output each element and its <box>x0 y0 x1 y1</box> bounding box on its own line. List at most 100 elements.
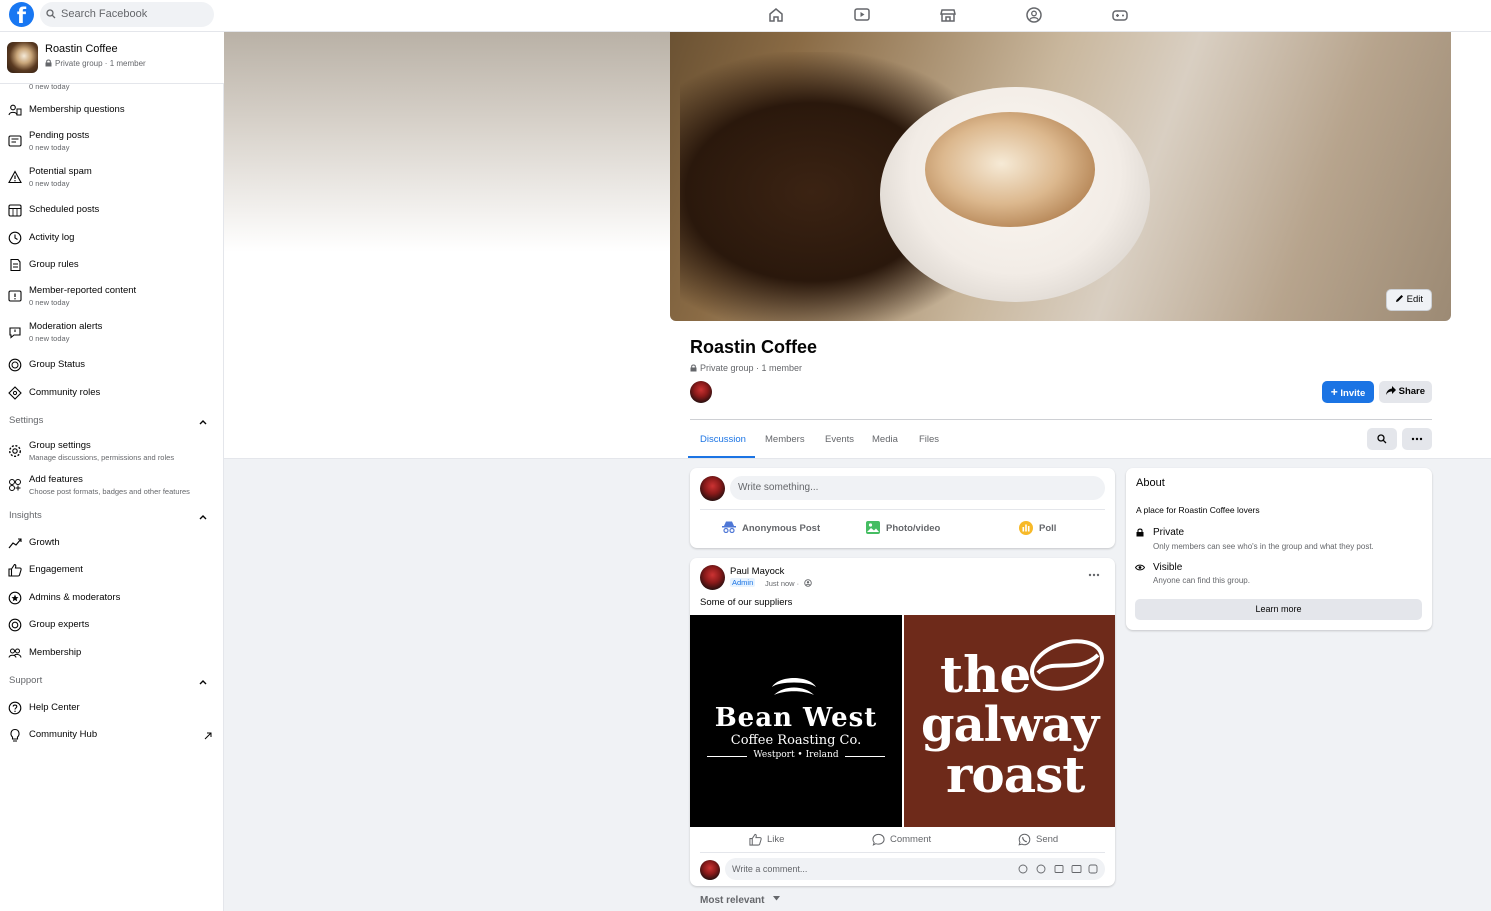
member-avatar[interactable] <box>690 381 712 403</box>
marketplace-icon[interactable] <box>939 6 957 24</box>
poll-button[interactable]: Poll <box>1019 520 1069 536</box>
galway-roast-line3: roast <box>946 745 1085 804</box>
tab-events[interactable]: Events <box>825 434 854 445</box>
settings-section-header: Settings <box>9 415 44 426</box>
sidebar-group-sub: Private group · 1 member <box>55 59 146 68</box>
post-more-icon[interactable] <box>1088 573 1100 577</box>
user-avatar[interactable] <box>700 476 725 501</box>
comment-button[interactable]: Comment <box>872 832 952 848</box>
sidebar-item-engagement[interactable]: Engagement <box>0 557 224 585</box>
sidebar-item-growth[interactable]: Growth <box>0 530 224 558</box>
membership-questions-icon <box>8 104 22 116</box>
sidebar-item-add-features[interactable]: Add features Choose post formats, badges… <box>0 472 224 502</box>
sidebar-item-pending-posts[interactable]: Pending posts 0 new today <box>0 128 224 156</box>
tab-discussion[interactable]: Discussion <box>700 434 746 445</box>
eye-icon <box>1135 564 1145 571</box>
group-header: Edit Roastin Coffee Private group · 1 me… <box>224 32 1491 459</box>
sidebar-item-label: Add features <box>29 474 83 485</box>
facebook-logo-icon[interactable]: f <box>9 2 34 27</box>
groups-icon[interactable] <box>1025 6 1043 24</box>
tab-files[interactable]: Files <box>919 434 939 445</box>
group-thumbnail[interactable] <box>7 42 38 73</box>
post-time[interactable]: Just now · <box>765 579 799 588</box>
sidebar-item-group-rules[interactable]: Group rules <box>0 252 224 280</box>
post-image-bean-west[interactable]: Bean West Coffee Roasting Co. Westport •… <box>690 615 902 827</box>
sidebar-item-label: Moderation alerts <box>29 321 103 332</box>
sidebar-item-scheduled-posts[interactable]: Scheduled posts <box>0 197 224 225</box>
help-icon <box>8 701 22 715</box>
sidebar-item-label: Group Status <box>29 359 85 370</box>
report-icon <box>8 290 22 302</box>
sidebar-item-member-reported-content[interactable]: Member-reported content 0 new today <box>0 283 224 311</box>
about-description: A place for Roastin Coffee lovers <box>1136 505 1260 515</box>
edit-cover-button[interactable]: Edit <box>1386 289 1432 311</box>
post-author[interactable]: Paul Mayock <box>730 566 784 577</box>
share-label: Share <box>1398 386 1426 397</box>
video-icon[interactable] <box>853 6 871 24</box>
admin-sidebar: 0 new today Membership questions Pending… <box>0 32 224 911</box>
comment-placeholder: Write a comment... <box>732 864 808 874</box>
lock-icon <box>690 364 697 372</box>
about-card: About A place for Roastin Coffee lovers … <box>1126 468 1432 630</box>
anonymous-post-button[interactable]: Anonymous Post <box>722 520 822 536</box>
rules-icon <box>10 258 21 272</box>
chevron-up-icon[interactable] <box>198 677 208 687</box>
commenter-avatar[interactable] <box>700 860 720 880</box>
lightbulb-icon <box>10 728 20 742</box>
active-tab-indicator <box>688 456 755 458</box>
gaming-icon[interactable] <box>1111 6 1129 24</box>
more-dots-icon <box>1411 437 1423 441</box>
photo-video-label: Photo/video <box>886 523 941 534</box>
lock-icon <box>1136 528 1144 537</box>
whatsapp-icon <box>1018 833 1031 846</box>
sidebar-item-help-center[interactable]: Help Center <box>0 695 224 723</box>
search-input[interactable]: Search Facebook <box>40 2 214 27</box>
sidebar-group-header[interactable]: Roastin Coffee Private group · 1 member <box>0 32 224 84</box>
sidebar-item-label: Community roles <box>29 387 101 398</box>
group-search-button[interactable] <box>1367 428 1397 450</box>
learn-more-button[interactable]: Learn more <box>1135 599 1422 620</box>
sort-comments-dropdown[interactable]: Most relevant <box>700 892 790 906</box>
sidebar-item-admins-moderators[interactable]: Admins & moderators <box>0 585 224 613</box>
cover-photo[interactable]: Edit <box>670 32 1451 321</box>
caret-down-icon <box>773 896 780 901</box>
sidebar-item-membership-questions[interactable]: Membership questions <box>0 97 224 125</box>
home-icon[interactable] <box>767 6 785 24</box>
tab-members[interactable]: Members <box>765 434 805 445</box>
poll-icon <box>1019 521 1033 535</box>
add-features-icon <box>9 479 21 491</box>
pencil-icon <box>1395 295 1403 302</box>
chevron-up-icon[interactable] <box>198 417 208 427</box>
cover-backdrop <box>224 32 670 252</box>
bean-west-logo-icon <box>772 678 816 695</box>
send-button[interactable]: Send <box>1018 832 1078 848</box>
sidebar-item-community-roles[interactable]: Community roles <box>0 380 224 408</box>
chevron-up-icon[interactable] <box>198 512 208 522</box>
invite-button[interactable]: + Invite <box>1322 381 1374 403</box>
sidebar-item-activity-log[interactable]: Activity log <box>0 225 224 253</box>
lock-icon <box>45 59 52 67</box>
sidebar-item-group-experts[interactable]: Group experts <box>0 612 224 640</box>
sidebar-item-potential-spam[interactable]: Potential spam 0 new today <box>0 164 224 192</box>
sidebar-item-group-status[interactable]: Group Status <box>0 352 224 380</box>
sidebar-item-community-hub[interactable]: Community Hub <box>0 722 224 750</box>
comment-input[interactable]: Write a comment... <box>725 858 1105 880</box>
warning-icon <box>8 170 22 184</box>
author-avatar[interactable] <box>700 565 725 590</box>
plus-icon: + <box>1330 385 1338 399</box>
post-image-galway-roast[interactable]: the galway roast <box>904 615 1115 827</box>
sidebar-item-membership[interactable]: Membership <box>0 640 224 668</box>
more-options-button[interactable] <box>1402 428 1432 450</box>
tab-media[interactable]: Media <box>872 434 898 445</box>
send-label: Send <box>1036 834 1059 845</box>
edit-label: Edit <box>1406 294 1423 305</box>
sidebar-item-moderation-alerts[interactable]: Moderation alerts 0 new today <box>0 319 224 347</box>
calendar-icon <box>8 204 22 217</box>
photo-video-button[interactable]: Photo/video <box>866 520 956 536</box>
composer-input[interactable]: Write something... <box>730 476 1105 500</box>
group-privacy-members: Private group · 1 member <box>700 363 803 373</box>
admin-badge: Admin <box>730 578 756 587</box>
like-button[interactable]: Like <box>749 832 809 848</box>
share-button[interactable]: Share <box>1379 381 1432 403</box>
sidebar-item-group-settings[interactable]: Group settings Manage discussions, permi… <box>0 438 224 468</box>
